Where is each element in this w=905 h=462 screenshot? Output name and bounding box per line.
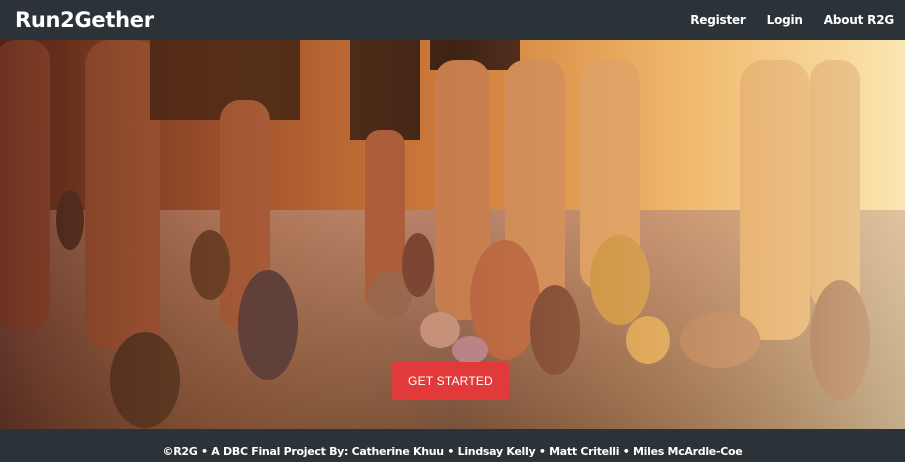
nav-link-about[interactable]: About R2G	[824, 13, 894, 27]
footer: ©R2G • A DBC Final Project By: Catherine…	[0, 429, 905, 462]
get-started-button[interactable]: GET STARTED	[392, 362, 509, 400]
footer-credits: ©R2G • A DBC Final Project By: Catherine…	[162, 445, 743, 458]
hero-section: GET STARTED	[0, 40, 905, 429]
navbar: Run2Gether Register Login About R2G	[0, 0, 905, 40]
nav-link-login[interactable]: Login	[767, 13, 803, 27]
brand-logo[interactable]: Run2Gether	[15, 8, 154, 32]
nav-link-register[interactable]: Register	[690, 13, 746, 27]
nav-links: Register Login About R2G	[690, 13, 894, 27]
